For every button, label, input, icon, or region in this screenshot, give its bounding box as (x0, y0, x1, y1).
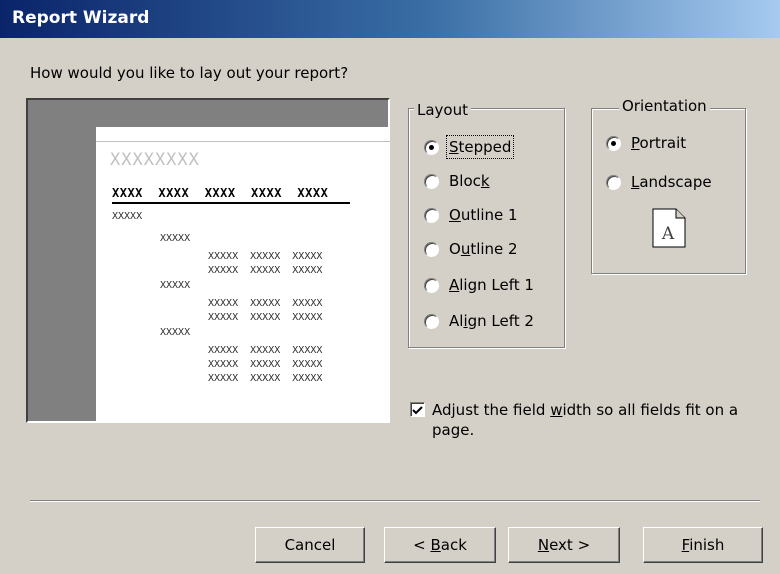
radio-button[interactable] (606, 135, 621, 151)
preview-group-1: XXXXX (112, 211, 143, 222)
radio-label: Outline 2 (449, 240, 518, 258)
portrait-page-icon: A (652, 208, 686, 248)
orientation-option-portrait[interactable]: Portrait (606, 133, 686, 153)
radio-button[interactable] (606, 174, 621, 190)
radio-dot (611, 140, 616, 146)
back-button[interactable]: < Back (384, 527, 496, 563)
orientation-group-label: Orientation (619, 97, 710, 115)
preview-group-2: XXXXX (160, 233, 191, 244)
radio-label: Block (449, 172, 490, 190)
layout-option-stepped[interactable]: Stepped (424, 135, 515, 159)
radio-label: Portrait (631, 134, 687, 152)
orientation-option-landscape[interactable]: Landscape (606, 172, 712, 192)
preview-group-2: XXXXX (160, 327, 191, 338)
radio-button[interactable] (424, 173, 439, 189)
button-separator (30, 500, 760, 502)
title-bar[interactable]: Report Wizard (0, 0, 780, 38)
radio-label: Stepped (445, 135, 515, 159)
preview-header-underline (112, 202, 350, 204)
layout-option-align-left-2[interactable]: Align Left 2 (424, 311, 534, 331)
preview-report-title: XXXXXXXX (110, 150, 200, 170)
page-icon-letter: A (661, 224, 675, 244)
radio-button[interactable] (424, 241, 439, 257)
next-button[interactable]: Next > (508, 527, 620, 563)
layout-option-outline-1[interactable]: Outline 1 (424, 205, 518, 225)
preview-detail-row: XXXXX XXXXX XXXXX (208, 265, 323, 276)
radio-button[interactable] (424, 139, 439, 155)
radio-button[interactable] (424, 313, 439, 329)
layout-preview: XXXXXXXX XXXX XXXX XXXX XXXX XXXX XXXXX … (26, 98, 390, 423)
adjust-field-width-checkbox[interactable] (410, 402, 425, 417)
preview-page: XXXXXXXX XXXX XXXX XXXX XXXX XXXX XXXXX … (96, 127, 390, 421)
preview-detail-row: XXXXX XXXXX XXXXX (208, 312, 323, 323)
radio-dot (429, 144, 434, 150)
radio-label: Align Left 2 (449, 312, 534, 330)
layout-option-align-left-1[interactable]: Align Left 1 (424, 275, 534, 295)
window-title: Report Wizard (12, 8, 150, 28)
radio-button[interactable] (424, 207, 439, 223)
preview-detail-row: XXXXX XXXXX XXXXX (208, 373, 323, 384)
checkmark-icon (412, 406, 423, 415)
preview-detail-row: XXXXX XXXXX XXXXX (208, 251, 323, 262)
adjust-field-width-label: Adjust the field width so all fields fit… (432, 401, 739, 439)
radio-label: Align Left 1 (449, 276, 534, 294)
layout-option-outline-2[interactable]: Outline 2 (424, 239, 518, 259)
wizard-question: How would you like to lay out your repor… (30, 64, 349, 82)
preview-column-headers: XXXX XXXX XXXX XXXX XXXX (112, 186, 329, 200)
layout-group-label: Layout (414, 101, 471, 119)
preview-group-2: XXXXX (160, 280, 191, 291)
finish-button[interactable]: Finish (643, 527, 763, 563)
preview-detail-row: XXXXX XXXXX XXXXX (208, 298, 323, 309)
cancel-button[interactable]: Cancel (255, 527, 365, 563)
radio-label: Outline 1 (449, 206, 518, 224)
layout-option-block[interactable]: Block (424, 171, 490, 191)
radio-button[interactable] (424, 277, 439, 293)
preview-detail-row: XXXXX XXXXX XXXXX (208, 345, 323, 356)
preview-detail-row: XXXXX XXXXX XXXXX (208, 359, 323, 370)
radio-label: Landscape (631, 173, 712, 191)
preview-page-rule (96, 141, 390, 142)
